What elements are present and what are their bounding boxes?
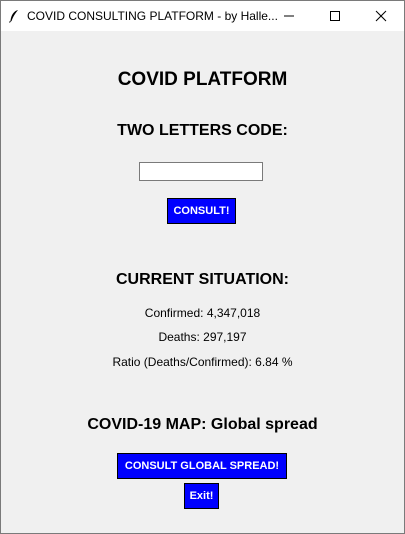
consult-button[interactable]: CONSULT! — [167, 198, 236, 224]
minimize-button[interactable] — [266, 1, 312, 31]
maximize-icon — [330, 11, 340, 21]
country-code-input[interactable] — [139, 162, 263, 181]
map-heading: COVID-19 MAP: Global spread — [87, 416, 318, 433]
main-panel: COVID PLATFORM TWO LETTERS CODE: CONSULT… — [1, 31, 404, 533]
app-window: COVID CONSULTING PLATFORM - by Halle... — [0, 0, 405, 534]
situation-heading: CURRENT SITUATION: — [115, 271, 290, 288]
death-ratio: Ratio (Deaths/Confirmed): 6.84 % — [112, 355, 293, 369]
minimize-icon — [284, 15, 294, 17]
deaths-count: Deaths: 297,197 — [158, 330, 247, 344]
exit-button[interactable]: Exit! — [184, 483, 219, 509]
confirmed-count: Confirmed: 4,347,018 — [144, 306, 261, 320]
close-button[interactable] — [358, 1, 404, 31]
maximize-button[interactable] — [312, 1, 358, 31]
window-title: COVID CONSULTING PLATFORM - by Halle... — [27, 9, 278, 23]
close-icon — [375, 10, 387, 22]
code-label: TWO LETTERS CODE: — [117, 122, 288, 139]
consult-global-spread-button[interactable]: CONSULT GLOBAL SPREAD! — [117, 453, 287, 479]
title-bar[interactable]: COVID CONSULTING PLATFORM - by Halle... — [1, 1, 404, 31]
feather-icon — [1, 1, 27, 31]
page-title: COVID PLATFORM — [117, 69, 288, 90]
